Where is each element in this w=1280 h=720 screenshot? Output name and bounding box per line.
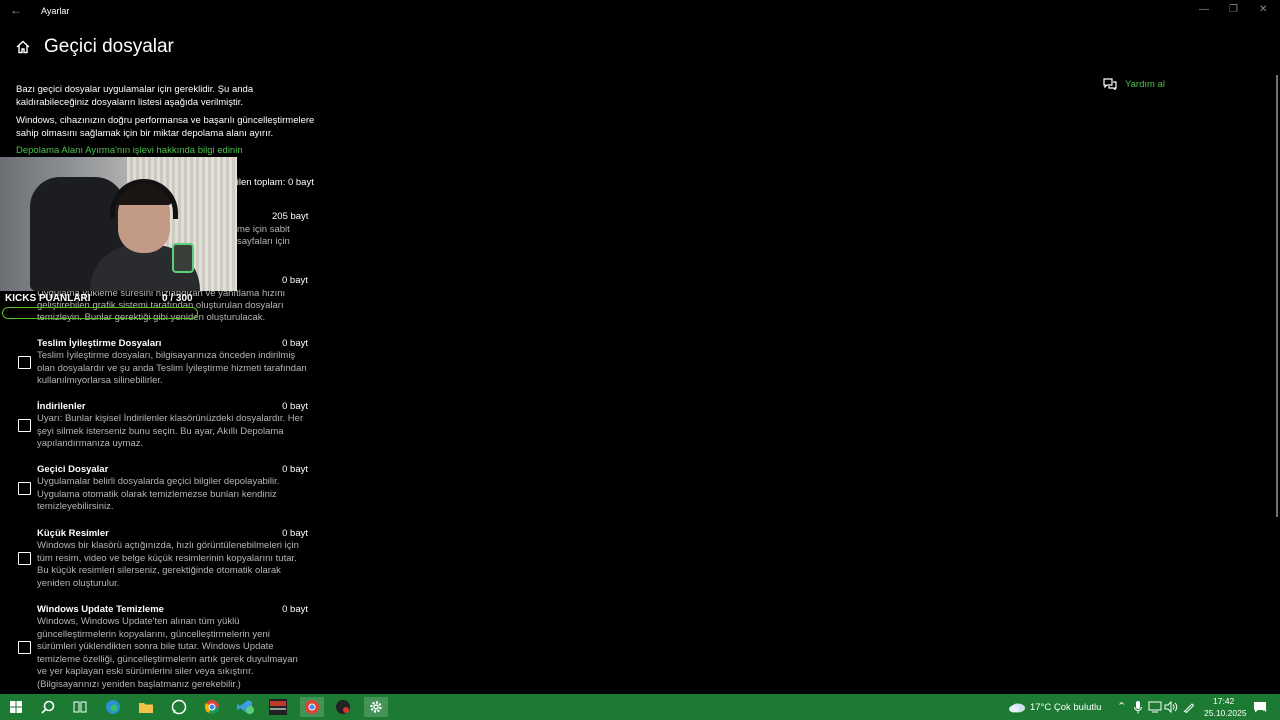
item-name: Teslim İyileştirme Dosyaları	[37, 338, 162, 349]
help-label: Yardım al	[1125, 79, 1165, 90]
list-item: Küçük Resimler 0 bayt Windows bir klasör…	[16, 528, 312, 600]
search-icon[interactable]	[38, 697, 58, 717]
item-name: İndirilenler	[37, 401, 86, 412]
list-item: Teslim İyileştirme Dosyaları 0 bayt Tesl…	[16, 338, 312, 398]
item-description: Uyarı: Bunlar kişisel İndirilenler klasö…	[37, 413, 304, 449]
edge-icon[interactable]	[103, 697, 123, 717]
weather-cloud-icon[interactable]	[1006, 697, 1028, 717]
checkbox[interactable]	[18, 356, 31, 369]
page-title: Geçici dosyalar	[44, 36, 174, 57]
item-size: 205 bayt	[272, 211, 309, 222]
microphone-icon[interactable]	[1131, 697, 1145, 717]
item-description: Teslim İyileştirme dosyaları, bilgisayar…	[37, 350, 307, 386]
item-description: Windows, Windows Update'ten alınan tüm y…	[37, 616, 298, 690]
item-size: 0 bayt	[282, 528, 308, 539]
help-chat-icon	[1103, 78, 1117, 90]
chevron-up-icon[interactable]: ⌃	[1117, 700, 1126, 713]
list-item: Windows Update Temizleme 0 bayt Windows,…	[16, 604, 312, 692]
item-size: 0 bayt	[282, 604, 308, 615]
clock-date[interactable]: 25.10.2025	[1204, 708, 1247, 718]
kicks-score: 0 / 300	[162, 293, 193, 304]
settings-icon[interactable]	[364, 697, 388, 717]
vscode-icon[interactable]	[235, 697, 255, 717]
item-size: 0 bayt	[282, 401, 308, 412]
pen-icon[interactable]	[1181, 697, 1197, 717]
kicks-progress-bar	[2, 307, 198, 319]
task-view-icon[interactable]	[70, 697, 90, 717]
item-description: Uygulamalar belirli dosyalarda geçici bi…	[37, 476, 280, 512]
intro-text: Bazı geçici dosyalar uygulamalar için ge…	[16, 84, 254, 108]
file-explorer-icon[interactable]	[136, 697, 156, 717]
minimize-icon[interactable]: —	[1199, 4, 1209, 15]
whatsapp-icon[interactable]	[169, 697, 189, 717]
item-description: Windows bir klasörü açtığınızda, hızlı g…	[37, 540, 299, 589]
weather-text[interactable]: 17°C Çok bulutlu	[1030, 702, 1101, 713]
reserve-text: Windows, cihazınızın doğru performansa v…	[16, 115, 315, 139]
app-title: Ayarlar	[41, 6, 70, 16]
storage-reserve-link[interactable]: Depolama Alanı Ayırma'nın işlevi hakkınd…	[16, 145, 243, 156]
app-icon[interactable]	[333, 697, 353, 717]
item-size: 0 bayt	[282, 464, 308, 475]
item-size: 0 bayt	[282, 338, 308, 349]
item-description-fragment: sayfaları için	[237, 236, 290, 247]
chrome-profile-icon[interactable]	[300, 697, 324, 717]
scrollbar[interactable]	[1276, 75, 1278, 517]
title-bar: ← Ayarlar — ❐ ✕	[0, 0, 1280, 22]
item-name: Küçük Resimler	[37, 528, 109, 539]
checkbox[interactable]	[18, 419, 31, 432]
item-size: 0 bayt	[282, 275, 308, 286]
checkbox[interactable]	[18, 641, 31, 654]
item-description-fragment: me için sabit	[237, 224, 290, 235]
kicks-points-widget: KICKS PUANLARI 0 / 300	[0, 291, 200, 323]
restore-icon[interactable]: ❐	[1229, 4, 1238, 15]
list-item: Geçici Dosyalar 0 bayt Uygulamalar belir…	[16, 464, 312, 524]
taskbar: 17°C Çok bulutlu ⌃ 17:42 25.10.2025 4	[0, 694, 1280, 720]
volume-icon[interactable]	[1163, 697, 1179, 717]
obs-icon[interactable]	[267, 697, 289, 717]
network-icon[interactable]	[1147, 697, 1163, 717]
item-name: Windows Update Temizleme	[37, 604, 164, 615]
close-icon[interactable]: ✕	[1259, 4, 1267, 15]
kicks-label: KICKS PUANLARI	[5, 293, 91, 304]
checkbox[interactable]	[18, 482, 31, 495]
selected-total: çilen toplam: 0 bayt	[232, 177, 314, 188]
clock-time[interactable]: 17:42	[1213, 696, 1234, 706]
back-icon[interactable]: ←	[10, 3, 22, 17]
chrome-icon[interactable]	[202, 697, 222, 717]
notification-count: 4	[1263, 707, 1267, 714]
home-icon[interactable]	[16, 40, 30, 54]
webcam-overlay	[0, 157, 237, 291]
checkbox[interactable]	[18, 552, 31, 565]
item-name: Geçici Dosyalar	[37, 464, 109, 475]
list-item: İndirilenler 0 bayt Uyarı: Bunlar kişise…	[16, 401, 312, 461]
windows-start-icon[interactable]	[6, 697, 26, 717]
microphone	[172, 243, 194, 273]
